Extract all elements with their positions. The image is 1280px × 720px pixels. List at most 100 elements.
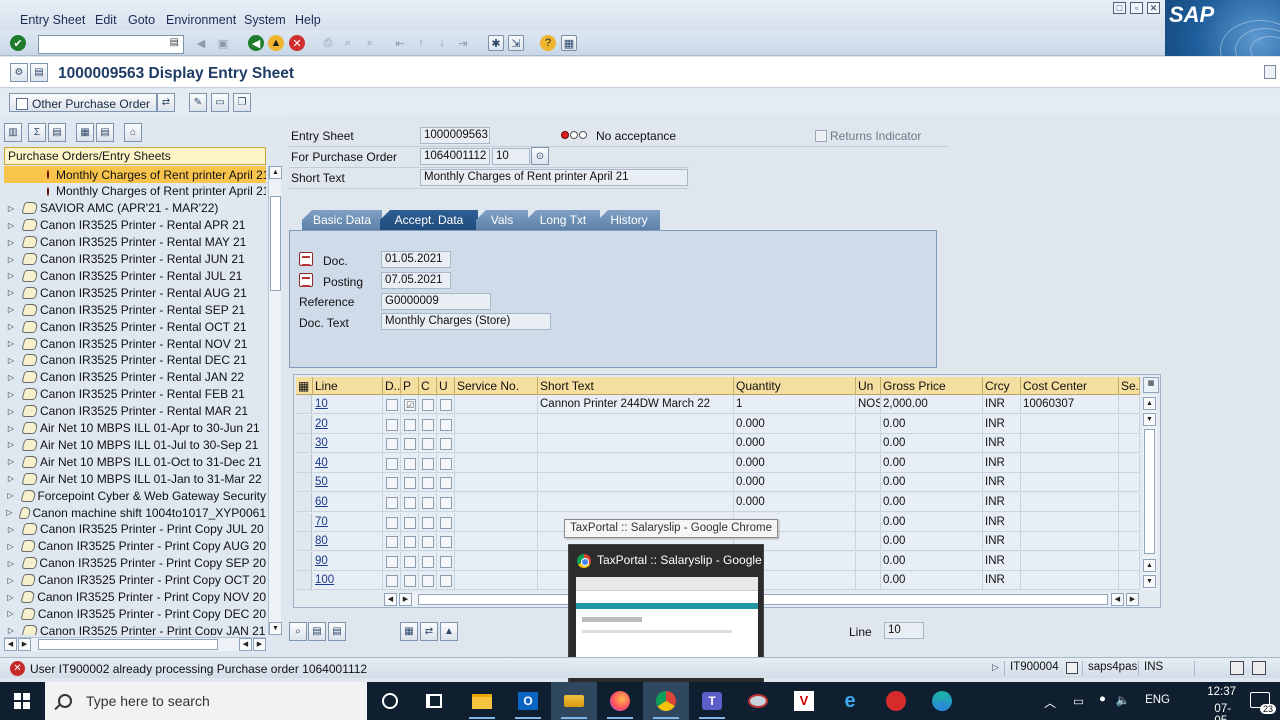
tab-history[interactable]: History bbox=[598, 210, 660, 230]
row-checkbox[interactable] bbox=[404, 497, 416, 509]
cell-p[interactable] bbox=[401, 453, 419, 473]
expand-node-icon[interactable]: ▷ bbox=[6, 238, 16, 247]
tree-item-purchase-order[interactable]: ▷ Canon IR3525 Printer - Rental JUN 21 bbox=[4, 251, 266, 268]
cell-service-no[interactable] bbox=[455, 512, 538, 532]
tree-item-purchase-order[interactable]: ▷ Air Net 10 MBPS ILL 01-Jan to 31-Mar 22 bbox=[4, 470, 266, 487]
tree-item-purchase-order[interactable]: ▷ SAVIOR AMC (APR'21 - MAR'22) bbox=[4, 200, 266, 217]
clock-time[interactable]: 12:37 bbox=[1207, 686, 1236, 698]
exit-icon[interactable]: ▲ bbox=[268, 35, 284, 51]
back-icon[interactable]: ◀ bbox=[248, 35, 264, 51]
cell-short-text[interactable] bbox=[538, 473, 734, 493]
outlook-button[interactable]: O bbox=[505, 682, 551, 720]
row-selector[interactable] bbox=[296, 453, 312, 473]
row-checkbox[interactable] bbox=[440, 399, 452, 411]
cell-gross-price[interactable]: 0.00 bbox=[881, 493, 983, 512]
internet-explorer-button[interactable]: e bbox=[827, 682, 873, 720]
row-checkbox[interactable] bbox=[386, 438, 398, 451]
tree-item-purchase-order[interactable]: ▷ Canon IR3525 Printer - Rental APR 21 bbox=[4, 217, 266, 234]
scroll-thumb[interactable] bbox=[270, 196, 281, 291]
teams-button[interactable]: T bbox=[689, 682, 735, 720]
menu-goto[interactable]: Goto bbox=[128, 13, 155, 27]
cell-unit[interactable] bbox=[856, 512, 881, 532]
cell-line[interactable]: 100 bbox=[313, 571, 383, 591]
cell-quantity[interactable]: 0.000 bbox=[734, 493, 856, 512]
command-history-icon[interactable]: ▤ bbox=[170, 37, 179, 48]
cell-line[interactable]: 80 bbox=[313, 532, 383, 552]
row-checkbox[interactable] bbox=[386, 555, 398, 568]
status-message[interactable]: User IT900002 already processing Purchas… bbox=[30, 662, 367, 676]
row-checkbox[interactable] bbox=[404, 555, 416, 568]
expand-node-icon[interactable]: ▷ bbox=[6, 508, 13, 517]
scroll-right-icon[interactable]: ▶ bbox=[1126, 593, 1139, 606]
row-checkbox[interactable] bbox=[422, 438, 434, 451]
row-checkbox[interactable] bbox=[404, 575, 416, 588]
layout-menu-icon[interactable] bbox=[1252, 661, 1266, 675]
row-selector[interactable] bbox=[296, 473, 312, 493]
cell-se[interactable] bbox=[1119, 551, 1140, 571]
other-object-icon[interactable]: ⇄ bbox=[157, 93, 175, 112]
transfer-icon[interactable]: ⇄ bbox=[420, 622, 438, 641]
document-icon[interactable]: ▤ bbox=[30, 63, 48, 82]
last-page-icon[interactable]: ⇥ bbox=[455, 35, 471, 51]
cell-c[interactable] bbox=[419, 434, 437, 454]
file-explorer-button[interactable] bbox=[459, 682, 505, 720]
row-checkbox[interactable] bbox=[404, 536, 416, 549]
sap-gui-button[interactable] bbox=[551, 682, 597, 720]
cell-se[interactable] bbox=[1119, 512, 1140, 532]
row-checkbox[interactable] bbox=[440, 575, 452, 588]
expand-node-icon[interactable]: ▷ bbox=[6, 440, 16, 449]
tab-accept-data[interactable]: Accept. Data bbox=[380, 210, 478, 230]
cell-gross-price[interactable]: 0.00 bbox=[881, 551, 983, 571]
scroll-thumb[interactable] bbox=[1144, 429, 1155, 554]
row-checkbox[interactable] bbox=[440, 536, 452, 549]
cell-p[interactable] bbox=[401, 571, 419, 591]
close-button[interactable]: ✕ bbox=[1147, 2, 1160, 14]
cell-u[interactable] bbox=[437, 512, 455, 532]
scroll-left-icon[interactable]: ◀ bbox=[1111, 593, 1124, 606]
export-icon[interactable]: ▤ bbox=[96, 123, 114, 142]
cell-cost-center[interactable] bbox=[1021, 414, 1119, 434]
row-checkbox[interactable] bbox=[386, 497, 398, 509]
cell-gross-price[interactable]: 2,000.00 bbox=[881, 395, 983, 414]
doc-text-field[interactable]: Monthly Charges (Store) bbox=[381, 313, 551, 330]
cell-currency[interactable]: INR bbox=[983, 532, 1021, 552]
cell-cost-center[interactable] bbox=[1021, 473, 1119, 493]
cell-se[interactable] bbox=[1119, 473, 1140, 493]
row-checkbox[interactable] bbox=[440, 516, 452, 529]
row-checkbox[interactable] bbox=[440, 438, 452, 451]
row-checkbox[interactable] bbox=[422, 477, 434, 490]
col-service-no-header[interactable]: Service No. bbox=[455, 377, 538, 395]
expand-node-icon[interactable]: ▷ bbox=[6, 288, 16, 297]
cell-cost-center[interactable]: 10060307 bbox=[1021, 395, 1119, 414]
expand-node-icon[interactable]: ▷ bbox=[6, 390, 16, 399]
expand-node-icon[interactable]: ▷ bbox=[6, 424, 16, 433]
scroll-down-icon[interactable]: ▼ bbox=[1143, 575, 1156, 588]
start-button[interactable] bbox=[0, 682, 44, 720]
tree-item-purchase-order[interactable]: ▷ Air Net 10 MBPS ILL 01-Jul to 30-Sep 21 bbox=[4, 436, 266, 453]
tree-item-purchase-order[interactable]: ▷ Canon IR3525 Printer - Print Copy JUL 2… bbox=[4, 521, 266, 538]
cell-service-no[interactable] bbox=[455, 493, 538, 512]
clock-date[interactable]: 07-05-2021 bbox=[1214, 703, 1240, 720]
row-checkbox[interactable] bbox=[422, 399, 434, 411]
tree-item-purchase-order[interactable]: ▷ Canon IR3525 Printer - Rental MAY 21 bbox=[4, 234, 266, 251]
cell-c[interactable] bbox=[419, 571, 437, 591]
expand-icon[interactable] bbox=[1264, 65, 1276, 79]
details-icon[interactable]: ⌕ bbox=[289, 622, 307, 641]
lock-icon[interactable] bbox=[1230, 661, 1244, 675]
row-checkbox[interactable] bbox=[404, 438, 416, 451]
select-all-columns-icon[interactable]: ▦ bbox=[296, 377, 313, 395]
cell-unit[interactable]: NOS bbox=[856, 395, 881, 414]
col-gross-price-header[interactable]: Gross Price bbox=[881, 377, 983, 395]
sap-logon-button[interactable] bbox=[735, 682, 781, 720]
row-checkbox[interactable] bbox=[422, 516, 434, 529]
cell-line[interactable]: 60 bbox=[313, 493, 383, 512]
tree-item-purchase-order[interactable]: ▷ Canon IR3525 Printer - Rental AUG 21 bbox=[4, 284, 266, 301]
cell-d[interactable] bbox=[383, 414, 401, 434]
cell-d[interactable] bbox=[383, 571, 401, 591]
firefox-button[interactable] bbox=[597, 682, 643, 720]
expand-node-icon[interactable]: ▷ bbox=[6, 373, 16, 382]
col-line-header[interactable]: Line bbox=[313, 377, 383, 395]
cell-cost-center[interactable] bbox=[1021, 512, 1119, 532]
scroll-down-icon[interactable]: ▼ bbox=[269, 622, 282, 635]
cell-currency[interactable]: INR bbox=[983, 434, 1021, 454]
